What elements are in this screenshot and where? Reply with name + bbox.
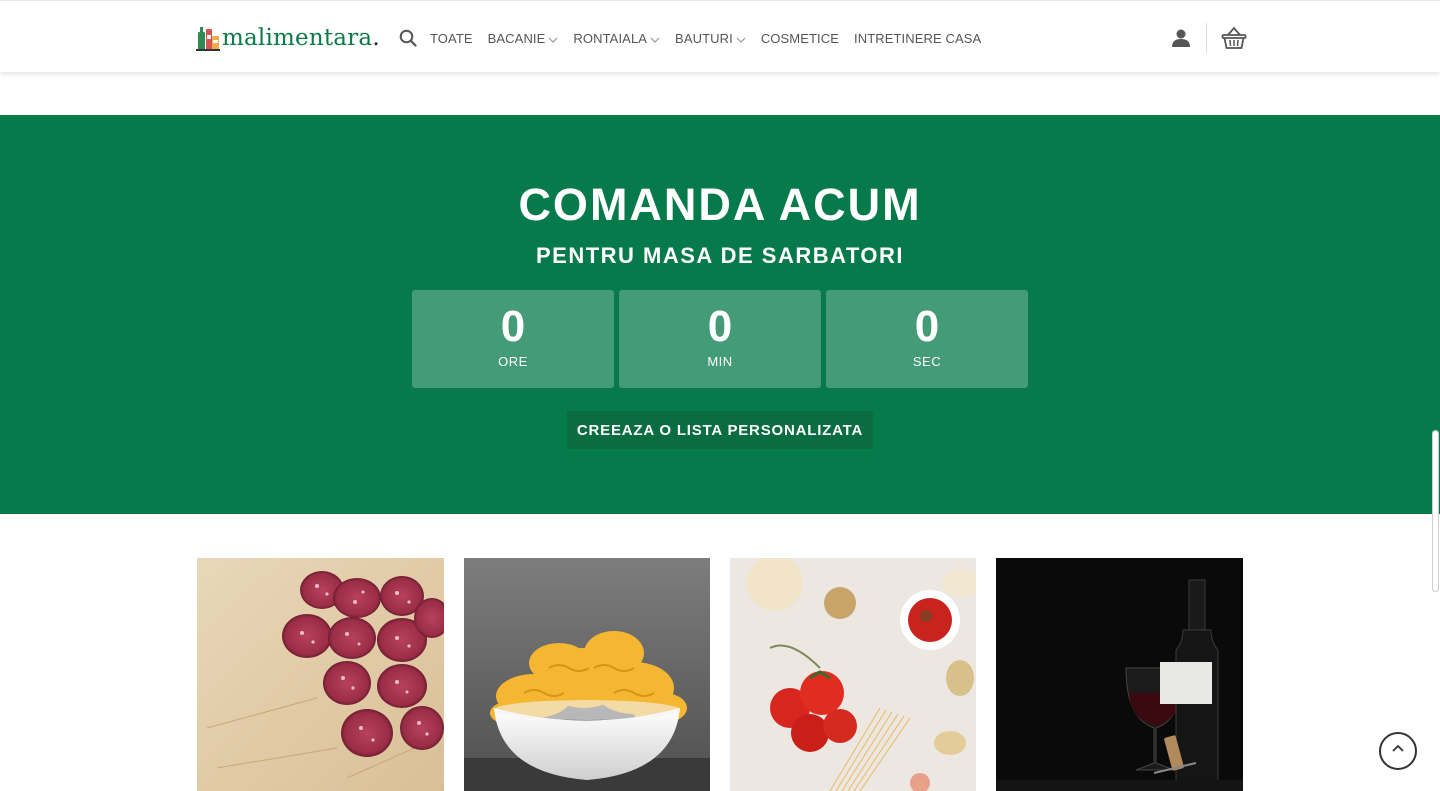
nav-item-bauturi[interactable]: BAUTURI [675, 31, 746, 46]
banner-title: COMANDA ACUM [518, 179, 922, 230]
nav-item-label: TOATE [430, 30, 473, 46]
nav-item-label: BACANIE [487, 30, 546, 46]
countdown-value: 0 [914, 302, 940, 351]
site-logo[interactable]: malimentara. [196, 23, 380, 53]
chevron-down-icon [650, 33, 660, 43]
countdown-value: 0 [707, 302, 733, 351]
nav-item-label: BAUTURI [675, 30, 733, 46]
countdown-minutes: 0 MIN [619, 290, 821, 388]
page: malimentara. TOATE BACANIE RONTAIALA BAU… [0, 0, 1440, 791]
page-scrollbar[interactable] [1431, 430, 1440, 592]
chevron-down-icon [736, 33, 746, 43]
promo-banner: COMANDA ACUM PENTRU MASA DE SARBATORI 0 … [0, 115, 1440, 514]
basket-icon[interactable] [1221, 26, 1247, 50]
logo-dot: . [372, 25, 380, 51]
logo-text: malimentara [222, 25, 373, 51]
countdown-hours: 0 ORE [412, 290, 614, 388]
banner-subtitle: PENTRU MASA DE SARBATORI [535, 243, 905, 268]
nav-item-label: INTRETINERE CASA [854, 30, 982, 46]
site-header: malimentara. TOATE BACANIE RONTAIALA BAU… [0, 0, 1440, 72]
countdown-label: MIN [707, 354, 733, 369]
create-list-button[interactable]: CREEAZA O LISTA PERSONALIZATA [567, 411, 873, 449]
chips-image [464, 558, 710, 791]
logo-grocery-icon [196, 24, 220, 52]
category-tile-salami[interactable] [197, 558, 444, 791]
nav-item-bacanie[interactable]: BACANIE [488, 31, 559, 46]
header-actions [1170, 23, 1247, 53]
countdown-label: ORE [498, 354, 528, 369]
header-divider [1206, 23, 1207, 53]
nav-item-label: RONTAIALA [573, 30, 648, 46]
main-nav: TOATE BACANIE RONTAIALA BAUTURI COSMETIC… [398, 25, 996, 51]
category-tile-tomatoes-pasta[interactable] [730, 558, 977, 791]
category-tile-chips[interactable] [464, 558, 711, 791]
salami-image [197, 558, 444, 791]
wine-image [996, 558, 1243, 791]
category-tiles [197, 558, 1243, 791]
nav-item-rontaiala[interactable]: RONTAIALA [573, 31, 660, 46]
nav-item-intretinere-casa[interactable]: INTRETINERE CASA [854, 31, 981, 46]
user-icon[interactable] [1170, 27, 1192, 49]
search-icon[interactable] [398, 28, 418, 48]
nav-item-cosmetice[interactable]: COSMETICE [761, 31, 839, 46]
back-to-top-button[interactable] [1379, 732, 1417, 770]
tomatoes-pasta-image [730, 558, 976, 791]
scrollbar-thumb[interactable] [1432, 430, 1439, 592]
countdown-label: SEC [912, 354, 942, 369]
countdown-value: 0 [500, 302, 526, 351]
nav-item-label: COSMETICE [760, 30, 839, 46]
arrow-up-icon [1390, 741, 1406, 762]
countdown-seconds: 0 SEC [826, 290, 1028, 388]
category-tile-wine[interactable] [996, 558, 1243, 791]
nav-item-toate[interactable]: TOATE [430, 31, 473, 46]
chevron-down-icon [548, 33, 558, 43]
